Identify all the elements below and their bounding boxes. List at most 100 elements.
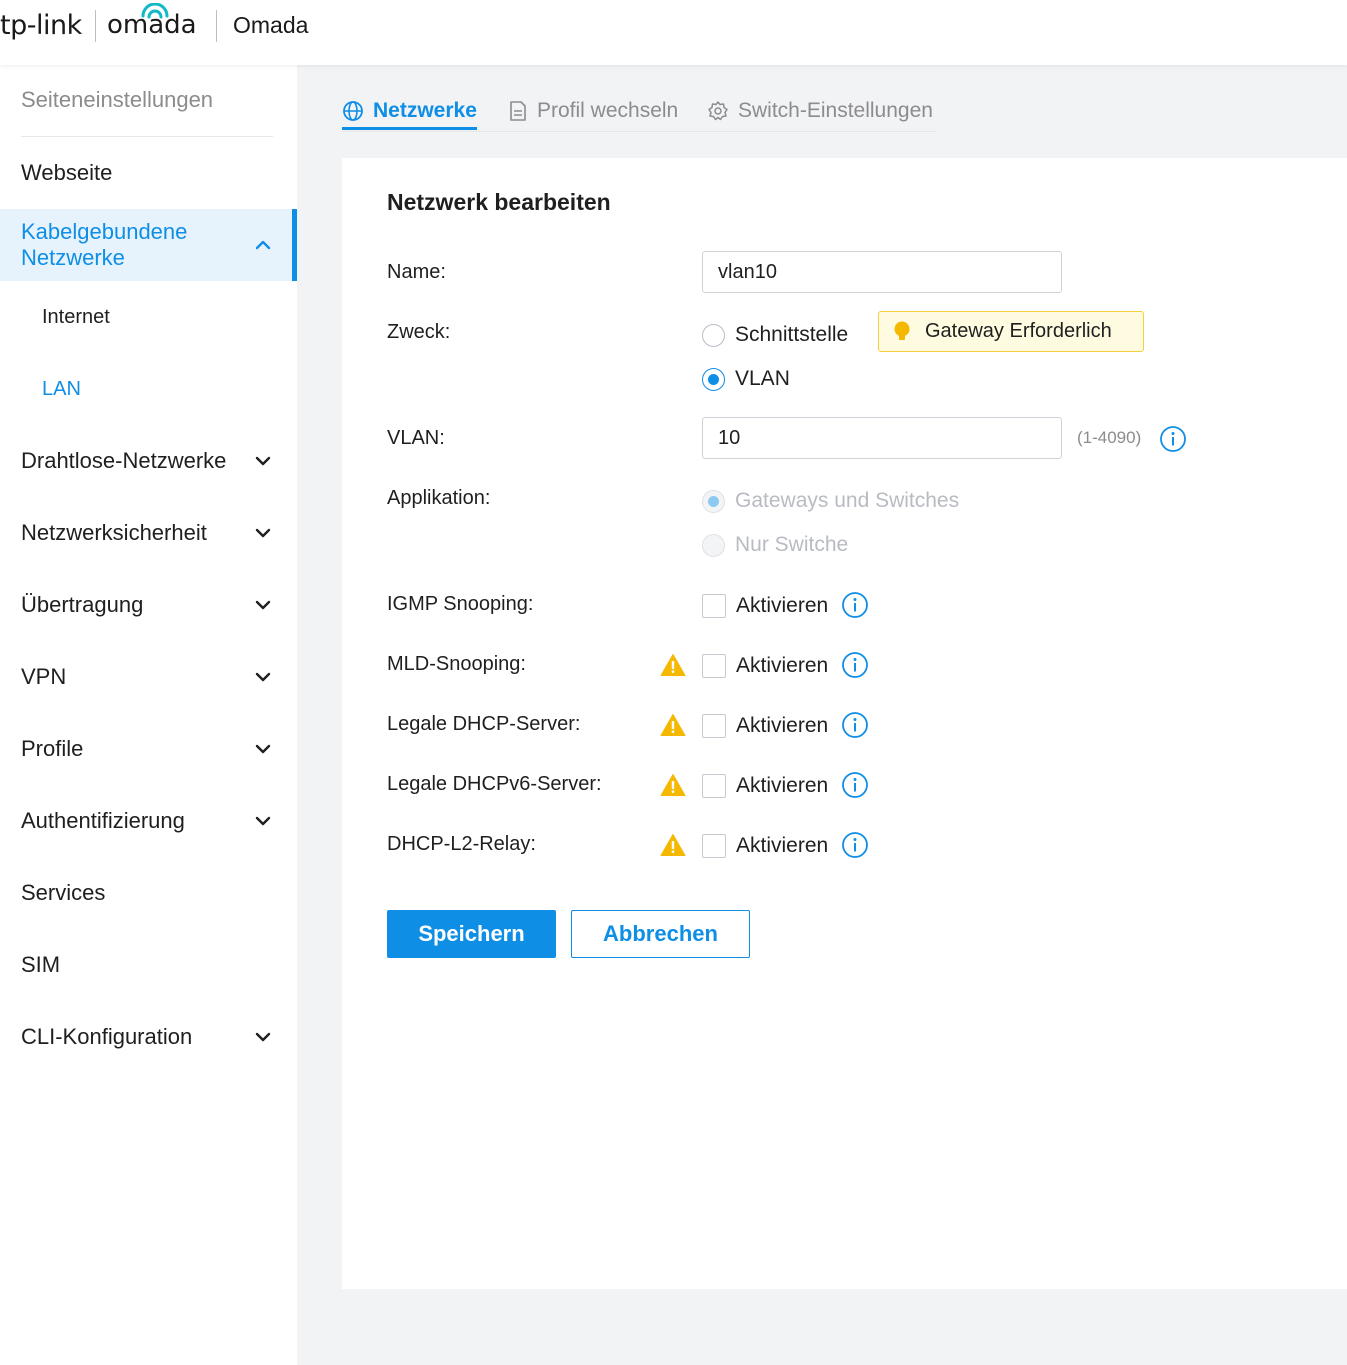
hint-text: Gateway Erforderlich bbox=[925, 320, 1112, 342]
active-tab-indicator bbox=[342, 127, 477, 130]
igmp-snooping-checkbox[interactable] bbox=[702, 594, 726, 618]
sidebar-item-label: CLI-Konfiguration bbox=[21, 1024, 193, 1049]
sidebar-item-services[interactable]: Services bbox=[0, 857, 297, 929]
application-option-gateways-switches: Gateways und Switches bbox=[702, 489, 959, 513]
warning-icon bbox=[660, 714, 686, 736]
sidebar-item-label: Authentifizierung bbox=[21, 808, 185, 833]
sidebar-item-label: Drahtlose-Netzwerke bbox=[21, 448, 227, 473]
sidebar-subitem-lan[interactable]: LAN bbox=[0, 353, 297, 425]
application-radio-nur-switche bbox=[702, 533, 725, 557]
chevron-down-icon bbox=[255, 672, 271, 682]
sidebar-heading: Seiteneinstellungen bbox=[21, 87, 214, 112]
tab-switch-einstellungen[interactable]: Switch-Einstellungen bbox=[707, 98, 933, 124]
omada-logo: omada bbox=[107, 10, 197, 40]
checkbox-label: Aktivieren bbox=[736, 594, 829, 617]
sidebar-item-label: Übertragung bbox=[21, 592, 144, 617]
sidebar-item-label: Kabelgebundene Netzwerke bbox=[21, 219, 188, 270]
name-label: Name: bbox=[387, 261, 446, 283]
purpose-radio-vlan[interactable] bbox=[702, 367, 725, 391]
legal-dhcp-server-label: Legale DHCP-Server: bbox=[387, 713, 581, 735]
info-icon[interactable] bbox=[1159, 425, 1187, 453]
sidebar-item-uebertragung[interactable]: Übertragung bbox=[0, 569, 297, 641]
igmp-snooping-label: IGMP Snooping: bbox=[387, 593, 534, 615]
sidebar-item-sim[interactable]: SIM bbox=[0, 929, 297, 1001]
tab-bar: Netzwerke Profil wechseln Switch-Einstel… bbox=[342, 90, 936, 132]
radio-label: Schnittstelle bbox=[735, 323, 849, 346]
sidebar-item-cli-konfiguration[interactable]: CLI-Konfiguration bbox=[0, 1001, 297, 1073]
tab-label: Profil wechseln bbox=[537, 99, 679, 122]
gear-icon bbox=[708, 101, 728, 121]
purpose-option-schnittstelle[interactable]: Schnittstelle bbox=[702, 323, 848, 347]
info-icon[interactable] bbox=[841, 831, 869, 859]
mld-snooping-label: MLD-Snooping: bbox=[387, 653, 526, 675]
sidebar-item-label: Netzwerksicherheit bbox=[21, 520, 207, 545]
sidebar-item-vpn[interactable]: VPN bbox=[0, 641, 297, 713]
info-icon[interactable] bbox=[841, 591, 869, 619]
tab-profil-wechseln[interactable]: Profil wechseln bbox=[508, 98, 678, 124]
purpose-label: Zweck: bbox=[387, 321, 451, 343]
lightbulb-icon bbox=[894, 321, 910, 340]
sidebar: Seiteneinstellungen Webseite Kabelgebund… bbox=[0, 65, 297, 1365]
edit-network-panel: Netzwerk bearbeiten Name: Zweck: Schnitt… bbox=[342, 158, 1347, 1289]
sidebar-item-authentifizierung[interactable]: Authentifizierung bbox=[0, 785, 297, 857]
chevron-down-icon bbox=[255, 456, 271, 466]
sidebar-subitem-label: Internet bbox=[42, 305, 110, 328]
legal-dhcp-server-toggle[interactable]: Aktivieren bbox=[702, 714, 828, 738]
mld-snooping-checkbox[interactable] bbox=[702, 654, 726, 678]
sidebar-item-label: SIM bbox=[21, 952, 61, 977]
sidebar-item-label: Webseite bbox=[21, 160, 113, 185]
sidebar-subitem-internet[interactable]: Internet bbox=[0, 281, 297, 353]
chevron-down-icon bbox=[255, 1032, 271, 1042]
checkbox-label: Aktivieren bbox=[736, 774, 829, 797]
dhcp-l2-relay-toggle[interactable]: Aktivieren bbox=[702, 834, 828, 858]
chevron-down-icon bbox=[255, 600, 271, 610]
tplink-logo: tp-link bbox=[0, 10, 82, 41]
checkbox-label: Aktivieren bbox=[736, 654, 829, 677]
legal-dhcpv6-server-checkbox[interactable] bbox=[702, 774, 726, 798]
dhcp-l2-relay-checkbox[interactable] bbox=[702, 834, 726, 858]
sidebar-item-netzwerksicherheit[interactable]: Netzwerksicherheit bbox=[0, 497, 297, 569]
warning-icon bbox=[660, 834, 686, 856]
info-icon[interactable] bbox=[841, 651, 869, 679]
chevron-down-icon bbox=[255, 816, 271, 826]
radio-label: Nur Switche bbox=[735, 533, 849, 556]
globe-icon bbox=[343, 101, 363, 121]
tab-netzwerke[interactable]: Netzwerke bbox=[342, 98, 477, 124]
dhcp-l2-relay-label: DHCP-L2-Relay: bbox=[387, 833, 536, 855]
igmp-snooping-toggle[interactable]: Aktivieren bbox=[702, 594, 828, 618]
gateway-required-hint: Gateway Erforderlich bbox=[878, 311, 1144, 352]
cancel-button[interactable]: Abbrechen bbox=[571, 910, 750, 958]
checkbox-label: Aktivieren bbox=[736, 834, 829, 857]
sidebar-item-profile[interactable]: Profile bbox=[0, 713, 297, 785]
vlan-label: VLAN: bbox=[387, 427, 445, 449]
tab-label: Netzwerke bbox=[373, 99, 477, 122]
vlan-range-hint: (1-4090) bbox=[1077, 428, 1142, 447]
application-radio-gateways-switches bbox=[702, 489, 725, 513]
radio-label: VLAN bbox=[735, 367, 790, 390]
save-button[interactable]: Speichern bbox=[387, 910, 556, 958]
name-input[interactable] bbox=[702, 251, 1062, 293]
sidebar-item-label: Profile bbox=[21, 736, 84, 761]
warning-icon bbox=[660, 774, 686, 796]
sidebar-item-label: Services bbox=[21, 880, 106, 905]
sidebar-item-webseite[interactable]: Webseite bbox=[0, 137, 297, 209]
radio-label: Gateways und Switches bbox=[735, 489, 960, 512]
sidebar-item-drahtlose-netzwerke[interactable]: Drahtlose-Netzwerke bbox=[0, 425, 297, 497]
sidebar-item-label: VPN bbox=[21, 664, 67, 689]
vlan-id-input[interactable] bbox=[702, 417, 1062, 459]
checkbox-label: Aktivieren bbox=[736, 714, 829, 737]
mld-snooping-toggle[interactable]: Aktivieren bbox=[702, 654, 828, 678]
legal-dhcpv6-server-toggle[interactable]: Aktivieren bbox=[702, 774, 828, 798]
legal-dhcp-server-checkbox[interactable] bbox=[702, 714, 726, 738]
sidebar-subitem-label: LAN bbox=[42, 377, 81, 400]
sidebar-item-kabelgebundene-netzwerke[interactable]: Kabelgebundene Netzwerke bbox=[0, 209, 297, 281]
info-icon[interactable] bbox=[841, 711, 869, 739]
legal-dhcpv6-server-label: Legale DHCPv6-Server: bbox=[387, 773, 602, 795]
app-title: Omada bbox=[233, 12, 309, 38]
chevron-down-icon bbox=[255, 528, 271, 538]
chevron-up-icon bbox=[255, 240, 271, 250]
warning-icon bbox=[660, 654, 686, 676]
purpose-radio-schnittstelle[interactable] bbox=[702, 323, 725, 347]
purpose-option-vlan[interactable]: VLAN bbox=[702, 367, 790, 391]
info-icon[interactable] bbox=[841, 771, 869, 799]
